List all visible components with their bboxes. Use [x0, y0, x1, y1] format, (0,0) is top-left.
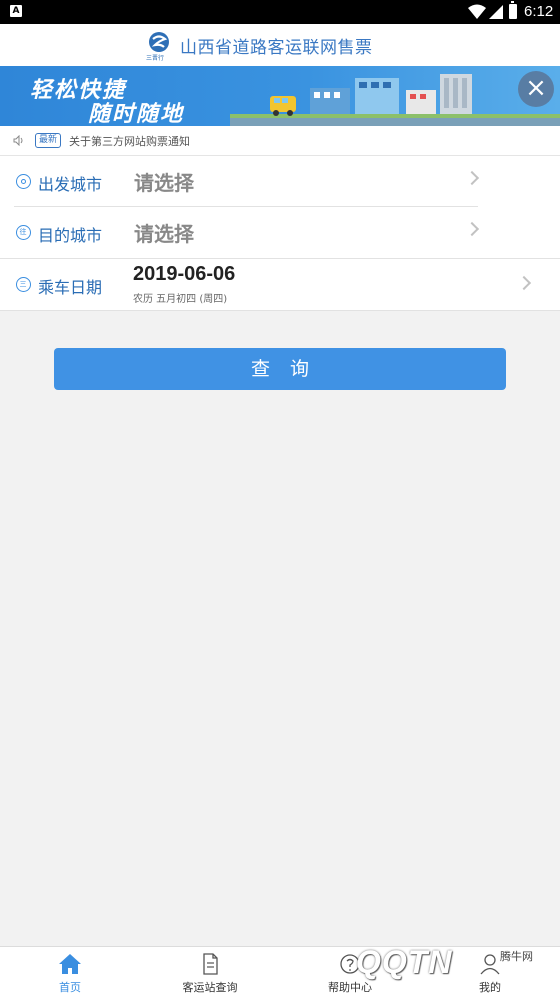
page-title: 山西省道路客运联网售票 — [180, 38, 373, 58]
status-time: 6:12 — [524, 3, 554, 20]
watermark-small-text: 腾牛网 — [500, 950, 533, 963]
notice-bar[interactable]: 最新 关于第三方网站购票通知 — [0, 126, 560, 156]
destination-label: 目的城市 — [38, 226, 103, 245]
nav-station-label: 客运站查询 — [182, 981, 238, 994]
departure-label: 出发城市 — [38, 175, 103, 194]
date-value: 2019-06-06 — [133, 263, 236, 285]
divider — [0, 310, 560, 311]
destination-city-row[interactable]: 往 目的城市 请选择 — [0, 207, 560, 259]
departure-city-row[interactable]: 出发城市 请选择 — [0, 156, 560, 208]
nav-home-label: 首页 — [59, 981, 81, 994]
chevron-right-icon — [464, 170, 480, 186]
status-bar: A 6:12 — [0, 0, 560, 24]
notice-text[interactable]: 关于第三方网站购票通知 — [69, 133, 190, 149]
notice-badge: 最新 — [35, 133, 62, 148]
travel-date-row[interactable]: 三 乘车日期 2019-06-06 农历 五月初四 (周四) — [0, 259, 560, 310]
home-icon — [59, 954, 81, 974]
date-label: 乘车日期 — [38, 278, 103, 297]
signal-icon — [489, 5, 503, 19]
destination-icon: 往 — [16, 225, 31, 240]
destination-value: 请选择 — [134, 222, 194, 246]
banner-close-button[interactable]: × — [518, 71, 554, 107]
banner-slogan-2: 随时随地 — [88, 102, 185, 126]
nav-home[interactable]: 首页 — [0, 947, 140, 996]
location-pin-icon — [16, 174, 31, 189]
banner-city-illustration — [270, 74, 472, 116]
battery-icon — [509, 1, 517, 19]
departure-value: 请选择 — [134, 171, 194, 195]
title-bar: 三晋行 山西省道路客运联网售票 — [0, 24, 560, 66]
logo-text: 三晋行 — [146, 55, 165, 62]
search-button[interactable]: 查询 — [54, 348, 506, 390]
notification-a-icon: A — [10, 5, 22, 17]
chevron-right-icon — [464, 221, 480, 237]
chevron-right-icon — [516, 275, 532, 291]
nav-station-search[interactable]: 客运站查询 — [140, 947, 280, 996]
promo-banner[interactable]: 轻松快捷 随时随地 × — [0, 66, 560, 126]
watermark: QQTN 腾牛网 — [338, 936, 560, 996]
lunar-date: 农历 五月初四 (周四) — [133, 294, 228, 305]
wifi-icon — [468, 4, 486, 19]
banner-road — [230, 118, 560, 126]
calendar-icon: 三 — [16, 277, 31, 292]
document-icon — [203, 953, 218, 975]
speaker-icon — [13, 135, 23, 146]
watermark-text: QQTN — [356, 944, 453, 980]
